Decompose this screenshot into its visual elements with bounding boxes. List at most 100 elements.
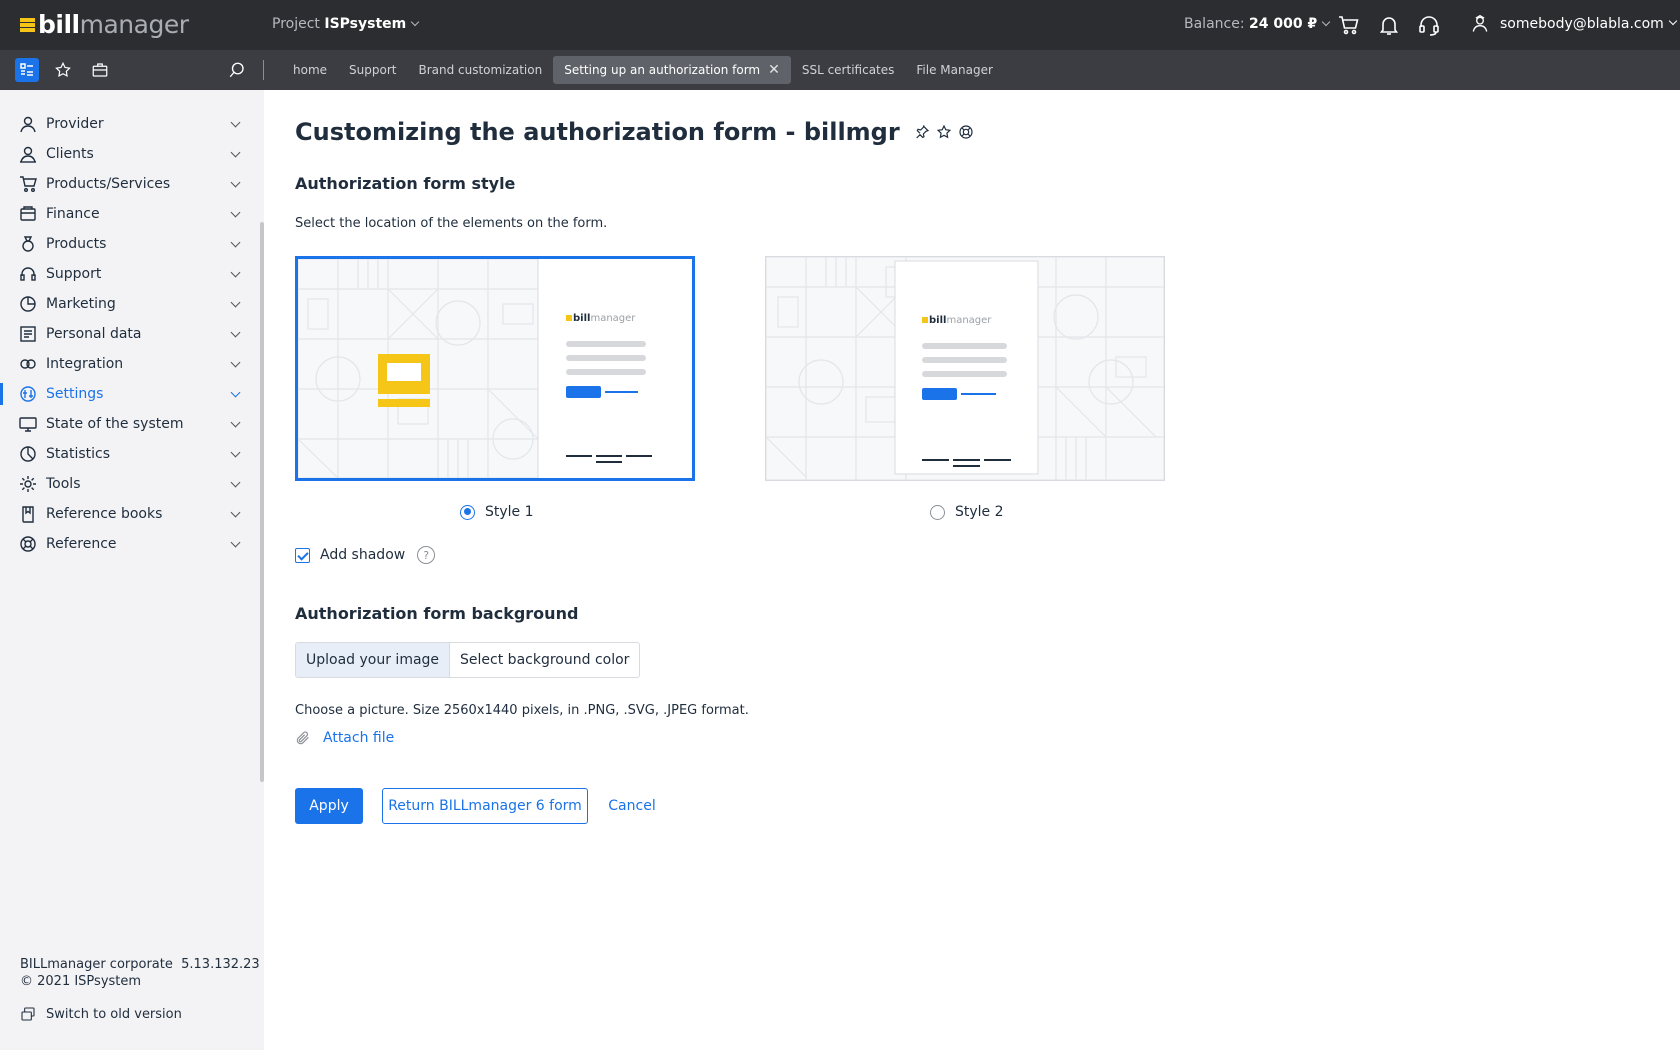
provider-icon <box>20 116 36 133</box>
finance-icon <box>20 206 36 221</box>
chevron-down-icon[interactable] <box>230 297 241 308</box>
background-mode-switch: Upload your image Select background colo… <box>295 642 641 678</box>
sidebar-item-products-services[interactable]: Products/Services <box>0 169 258 199</box>
chevron-down-icon[interactable] <box>230 117 241 128</box>
sidebar-item-label: Marketing <box>46 296 116 312</box>
svg-text:billmanager: billmanager <box>573 313 636 324</box>
chevron-down-icon[interactable] <box>230 417 241 428</box>
tab-file-manager[interactable]: File Manager <box>905 56 1004 84</box>
sidebar-item-label: Settings <box>46 386 104 402</box>
add-shadow-checkbox[interactable]: Add shadow ? <box>295 546 436 564</box>
tab-brand-customization[interactable]: Brand customization <box>407 56 553 84</box>
cancel-button[interactable]: Cancel <box>608 788 656 824</box>
sidebar-item-products[interactable]: Products <box>0 229 258 259</box>
version-name: BILLmanager corporate <box>20 957 173 972</box>
version-info: BILLmanager corporate 5.13.132.23 © 2021… <box>20 956 260 990</box>
briefcase-icon[interactable] <box>88 58 112 82</box>
project-name: ISPsystem <box>324 16 407 32</box>
sidebar-item-label: Reference <box>46 536 117 552</box>
select-color-option[interactable]: Select background color <box>450 643 639 677</box>
style1-preview[interactable]: billmanager <box>295 256 695 481</box>
chevron-down-icon[interactable] <box>230 357 241 368</box>
sidebar-item-clients[interactable]: Clients <box>0 139 258 169</box>
tab-authorization-form[interactable]: Setting up an authorization form ✕ <box>553 56 791 84</box>
sidebar-item-label: Clients <box>46 146 94 162</box>
sidebar-item-reference-books[interactable]: Reference books <box>0 499 258 529</box>
tab-bar: home Support Brand customization Setting… <box>0 50 1680 90</box>
sidebar-item-statistics[interactable]: Statistics <box>0 439 258 469</box>
bell-icon[interactable] <box>1377 13 1401 37</box>
sidebar-item-label: Statistics <box>46 446 110 462</box>
preview-logo-manager: manager <box>590 313 636 324</box>
chevron-down-icon[interactable] <box>230 477 241 488</box>
checkbox-checked-icon <box>295 547 310 563</box>
style2-preview[interactable]: billmanager <box>765 256 1165 481</box>
chevron-down-icon <box>1321 17 1331 27</box>
tabs-row: home Support Brand customization Setting… <box>282 56 1004 84</box>
chevron-down-icon[interactable] <box>230 207 241 218</box>
svg-text:billmanager: billmanager <box>929 315 992 326</box>
main-content: Customizing the authorization form - bil… <box>264 90 1680 1050</box>
logo-mark-icon <box>20 17 35 32</box>
sidebar-item-reference[interactable]: Reference <box>0 529 258 559</box>
chevron-down-icon[interactable] <box>230 327 241 338</box>
star-icon[interactable] <box>936 124 952 140</box>
close-icon[interactable]: ✕ <box>768 56 780 84</box>
chevron-down-icon[interactable] <box>230 237 241 248</box>
switch-label: Switch to old version <box>46 1006 182 1022</box>
sidebar-item-provider[interactable]: Provider <box>0 109 258 139</box>
tab-label: Setting up an authorization form <box>564 63 761 77</box>
background-heading: Authorization form background <box>295 604 579 623</box>
upload-image-option[interactable]: Upload your image <box>296 643 451 677</box>
project-selector[interactable]: Project ISPsystem <box>272 16 420 32</box>
chevron-down-icon[interactable] <box>230 177 241 188</box>
paperclip-icon <box>296 731 309 745</box>
settings-icon <box>20 386 36 402</box>
tabbar-divider <box>263 60 264 80</box>
clients-icon <box>20 146 36 163</box>
switch-old-version-link[interactable]: Switch to old version <box>20 1006 182 1022</box>
sidebar-item-finance[interactable]: Finance <box>0 199 258 229</box>
apply-button[interactable]: Apply <box>295 788 363 824</box>
sidebar-item-label: Integration <box>46 356 124 372</box>
sidebar-item-marketing[interactable]: Marketing <box>0 289 258 319</box>
chevron-down-icon[interactable] <box>230 537 241 548</box>
chevron-down-icon[interactable] <box>230 147 241 158</box>
star-icon[interactable] <box>51 58 75 82</box>
tab-home[interactable]: home <box>282 56 338 84</box>
lifebuoy-icon[interactable] <box>958 124 974 140</box>
balance-label: Balance: <box>1184 16 1245 32</box>
chevron-down-icon[interactable] <box>230 387 241 398</box>
monitor-icon <box>19 417 37 432</box>
style2-preview-image: billmanager <box>766 257 1164 480</box>
return-billmanager6-button[interactable]: Return BILLmanager 6 form <box>382 788 588 824</box>
sidebar-item-support[interactable]: Support <box>0 259 258 289</box>
search-icon[interactable] <box>225 58 249 82</box>
preview-logo-manager: manager <box>946 315 992 326</box>
chevron-down-icon[interactable] <box>230 507 241 518</box>
sidebar-item-personal-data[interactable]: Personal data <box>0 319 258 349</box>
chevron-down-icon[interactable] <box>230 267 241 278</box>
style2-radio[interactable]: Style 2 <box>930 504 1004 520</box>
headset-icon[interactable] <box>1417 13 1441 37</box>
billmanager-logo[interactable]: bill manager <box>20 10 189 39</box>
pin-icon[interactable] <box>914 124 930 140</box>
tab-label: File Manager <box>916 63 993 77</box>
attach-file-link[interactable]: Attach file <box>295 730 394 746</box>
sidebar-item-tools[interactable]: Tools <box>0 469 258 499</box>
statistics-icon <box>20 446 36 462</box>
help-icon[interactable]: ? <box>417 546 436 564</box>
sidebar-item-state-of-the-system[interactable]: State of the system <box>0 409 258 439</box>
menu-tree-icon[interactable] <box>15 58 39 82</box>
book-icon <box>22 506 34 523</box>
balance-selector[interactable]: Balance: 24 000 ₽ <box>1184 16 1331 32</box>
user-menu[interactable]: somebody@blabla.com <box>1470 14 1678 34</box>
sidebar-item-integration[interactable]: Integration <box>0 349 258 379</box>
cart-icon[interactable] <box>1337 13 1361 37</box>
sidebar-item-settings[interactable]: Settings <box>0 379 258 409</box>
style1-radio[interactable]: Style 1 <box>460 504 534 520</box>
tab-support[interactable]: Support <box>338 56 407 84</box>
tab-ssl-certificates[interactable]: SSL certificates <box>791 56 906 84</box>
chevron-down-icon[interactable] <box>230 447 241 458</box>
preview-logo-bill: bill <box>929 315 946 326</box>
